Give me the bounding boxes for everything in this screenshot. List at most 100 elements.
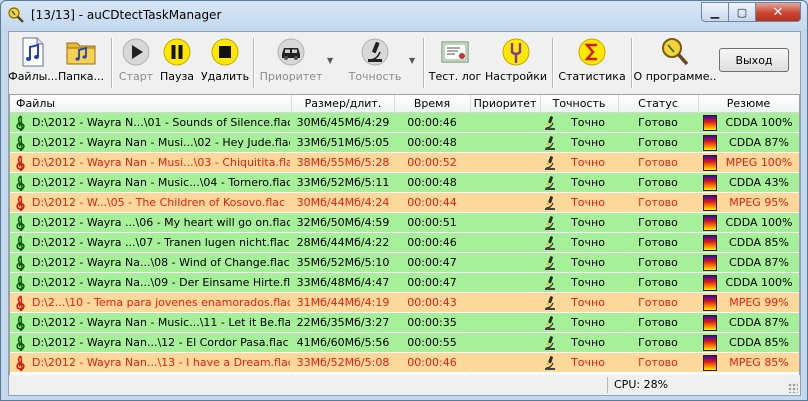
start-button[interactable]: Старт — [116, 34, 156, 92]
minimize-icon: ▁ — [710, 5, 720, 19]
close-button[interactable]: ✕ — [756, 2, 801, 22]
file-path: D:\2...\10 - Tema para jovenes enamorado… — [32, 296, 290, 309]
priority-button[interactable]: Приоритет — [259, 34, 323, 92]
microscope-icon — [543, 175, 557, 191]
file-size: 30Мб/45Мб/4:29 — [296, 116, 390, 129]
music-clef-icon — [14, 315, 28, 331]
file-priority — [470, 333, 540, 353]
table-row[interactable]: D:\2012 - Wayra Nan - Musi...\02 - Hey J… — [10, 133, 799, 153]
microscope-icon — [543, 315, 557, 331]
file-summary: CDDA 43% — [729, 176, 789, 189]
statistics-label: Статистика — [558, 70, 626, 83]
file-priority — [470, 133, 540, 153]
music-clef-icon — [14, 155, 28, 171]
pause-icon — [163, 38, 191, 66]
file-summary: CDDA 87% — [729, 136, 789, 149]
table-row[interactable]: D:\2012 - Wayra Nan - Music...\04 - Torn… — [10, 173, 799, 193]
file-path: D:\2012 - Wayra Nan - Musi...\03 - Chiqu… — [32, 156, 290, 169]
table-row[interactable]: D:\2012 - W...\05 - The Children of Koso… — [10, 193, 799, 213]
resize-grip[interactable] — [788, 383, 798, 393]
file-size: 38Мб/55Мб/5:28 — [296, 156, 390, 169]
table-row[interactable]: D:\2012 - Wayra ...\06 - My heart will g… — [10, 213, 799, 233]
file-priority — [470, 193, 540, 213]
file-summary: CDDA 87% — [729, 316, 789, 329]
table-row[interactable]: D:\2012 - Wayra Nan...\12 - El Cordor Pa… — [10, 333, 799, 353]
exit-button[interactable]: Выход — [719, 48, 789, 72]
main-window: [13/13] - auCDtectTaskManager ▁ ▢ ✕ Файл… — [0, 0, 808, 401]
file-status: Готово — [638, 136, 678, 149]
play-icon — [122, 38, 150, 66]
test-log-label: Тест. лог — [428, 70, 482, 83]
header-files[interactable]: Файлы — [10, 95, 292, 112]
file-size: 22Мб/35Мб/3:27 — [296, 316, 390, 329]
file-status: Готово — [638, 236, 678, 249]
table-row[interactable]: D:\2012 - Wayra Na...\09 - Der Einsame H… — [10, 273, 799, 293]
file-summary: CDDA 100% — [725, 276, 793, 289]
file-size: 33Мб/52Мб/5:11 — [296, 176, 390, 189]
table-row[interactable]: D:\2012 - Wayra ...\07 - Tranen lugen ni… — [10, 233, 799, 253]
header-priority[interactable]: Приоритет — [470, 95, 541, 112]
title-bar[interactable]: [13/13] - auCDtectTaskManager ▁ ▢ ✕ — [1, 1, 807, 31]
delete-label: Удалить — [200, 70, 250, 83]
file-time: 00:00:44 — [407, 196, 457, 209]
header-accuracy[interactable]: Точность — [540, 95, 619, 112]
maximize-icon: ▢ — [736, 5, 748, 19]
table-row[interactable]: D:\2...\10 - Tema para jovenes enamorado… — [10, 293, 799, 313]
priority-dropdown-icon[interactable]: ▼ — [327, 56, 333, 65]
file-path: D:\2012 - Wayra Nan - Music...\11 - Let … — [32, 316, 290, 329]
minimize-button[interactable]: ▁ — [701, 2, 729, 22]
microscope-icon — [543, 215, 557, 231]
tuning-fork-icon — [502, 38, 530, 66]
table-row[interactable]: D:\2012 - Wayra N...\01 - Sounds of Sile… — [10, 113, 799, 133]
spectrum-icon — [703, 255, 717, 271]
pause-button[interactable]: Пауза — [157, 34, 197, 92]
microscope-icon — [543, 135, 557, 151]
accuracy-label: Точность — [348, 70, 402, 83]
file-table[interactable]: Файлы Размер/длит. Время Приоритет Точно… — [9, 94, 800, 376]
file-accuracy: Точно — [571, 156, 605, 169]
cpu-usage: CPU: 28% — [614, 378, 669, 391]
delete-button[interactable]: Удалить — [201, 34, 249, 92]
file-priority — [470, 233, 540, 253]
table-row[interactable]: D:\2012 - Wayra Nan - Music...\11 - Let … — [10, 313, 799, 333]
header-size[interactable]: Размер/длит. — [292, 95, 395, 112]
about-button[interactable]: О программе.. — [634, 34, 716, 92]
header-summary[interactable]: Резюме — [698, 95, 799, 112]
microscope-icon — [543, 155, 557, 171]
table-row[interactable]: D:\2012 - Wayra Na...\08 - Wind of Chang… — [10, 253, 799, 273]
header-time[interactable]: Время — [394, 95, 471, 112]
magnifier-icon — [662, 38, 689, 66]
file-time: 00:00:52 — [407, 156, 457, 169]
music-clef-icon — [14, 235, 28, 251]
music-clef-icon — [14, 275, 28, 291]
maximize-button[interactable]: ▢ — [729, 2, 756, 22]
music-clef-icon — [14, 115, 28, 131]
file-path: D:\2012 - W...\05 - The Children of Koso… — [32, 196, 286, 209]
header-status[interactable]: Статус — [618, 95, 699, 112]
file-path: D:\2012 - Wayra Nan - Music...\04 - Torn… — [32, 176, 290, 189]
file-status: Готово — [638, 216, 678, 229]
music-clef-icon — [14, 255, 28, 271]
accuracy-button[interactable]: Точность — [344, 34, 406, 92]
statistics-button[interactable]: Статистика — [558, 34, 626, 92]
accuracy-dropdown-icon[interactable]: ▼ — [409, 56, 415, 65]
microscope-icon — [543, 355, 557, 371]
table-row[interactable]: D:\2012 - Wayra Nan - Musi...\03 - Chiqu… — [10, 153, 799, 173]
file-status: Готово — [638, 156, 678, 169]
file-summary: MPEG 95% — [729, 196, 789, 209]
toolbar: Файлы... Папка... Старт Пауза Удалить Пр… — [8, 32, 800, 94]
file-size: 28Мб/44Мб/4:22 — [296, 236, 390, 249]
spectrum-icon — [703, 295, 717, 311]
music-clef-icon — [14, 195, 28, 211]
files-button[interactable]: Файлы... — [8, 34, 58, 92]
settings-button[interactable]: Настройки — [485, 34, 547, 92]
file-time: 00:00:51 — [407, 216, 457, 229]
file-accuracy: Точно — [571, 176, 605, 189]
spectrum-icon — [703, 335, 717, 351]
spectrum-icon — [703, 315, 717, 331]
table-row[interactable]: D:\2012 - Wayra Nan...\13 - I have a Dre… — [10, 353, 799, 373]
test-log-button[interactable]: Тест. лог — [429, 34, 481, 92]
folder-button[interactable]: Папка... — [57, 34, 105, 92]
file-size: 32Мб/50Мб/4:59 — [296, 216, 390, 229]
folder-label: Папка... — [57, 70, 105, 83]
